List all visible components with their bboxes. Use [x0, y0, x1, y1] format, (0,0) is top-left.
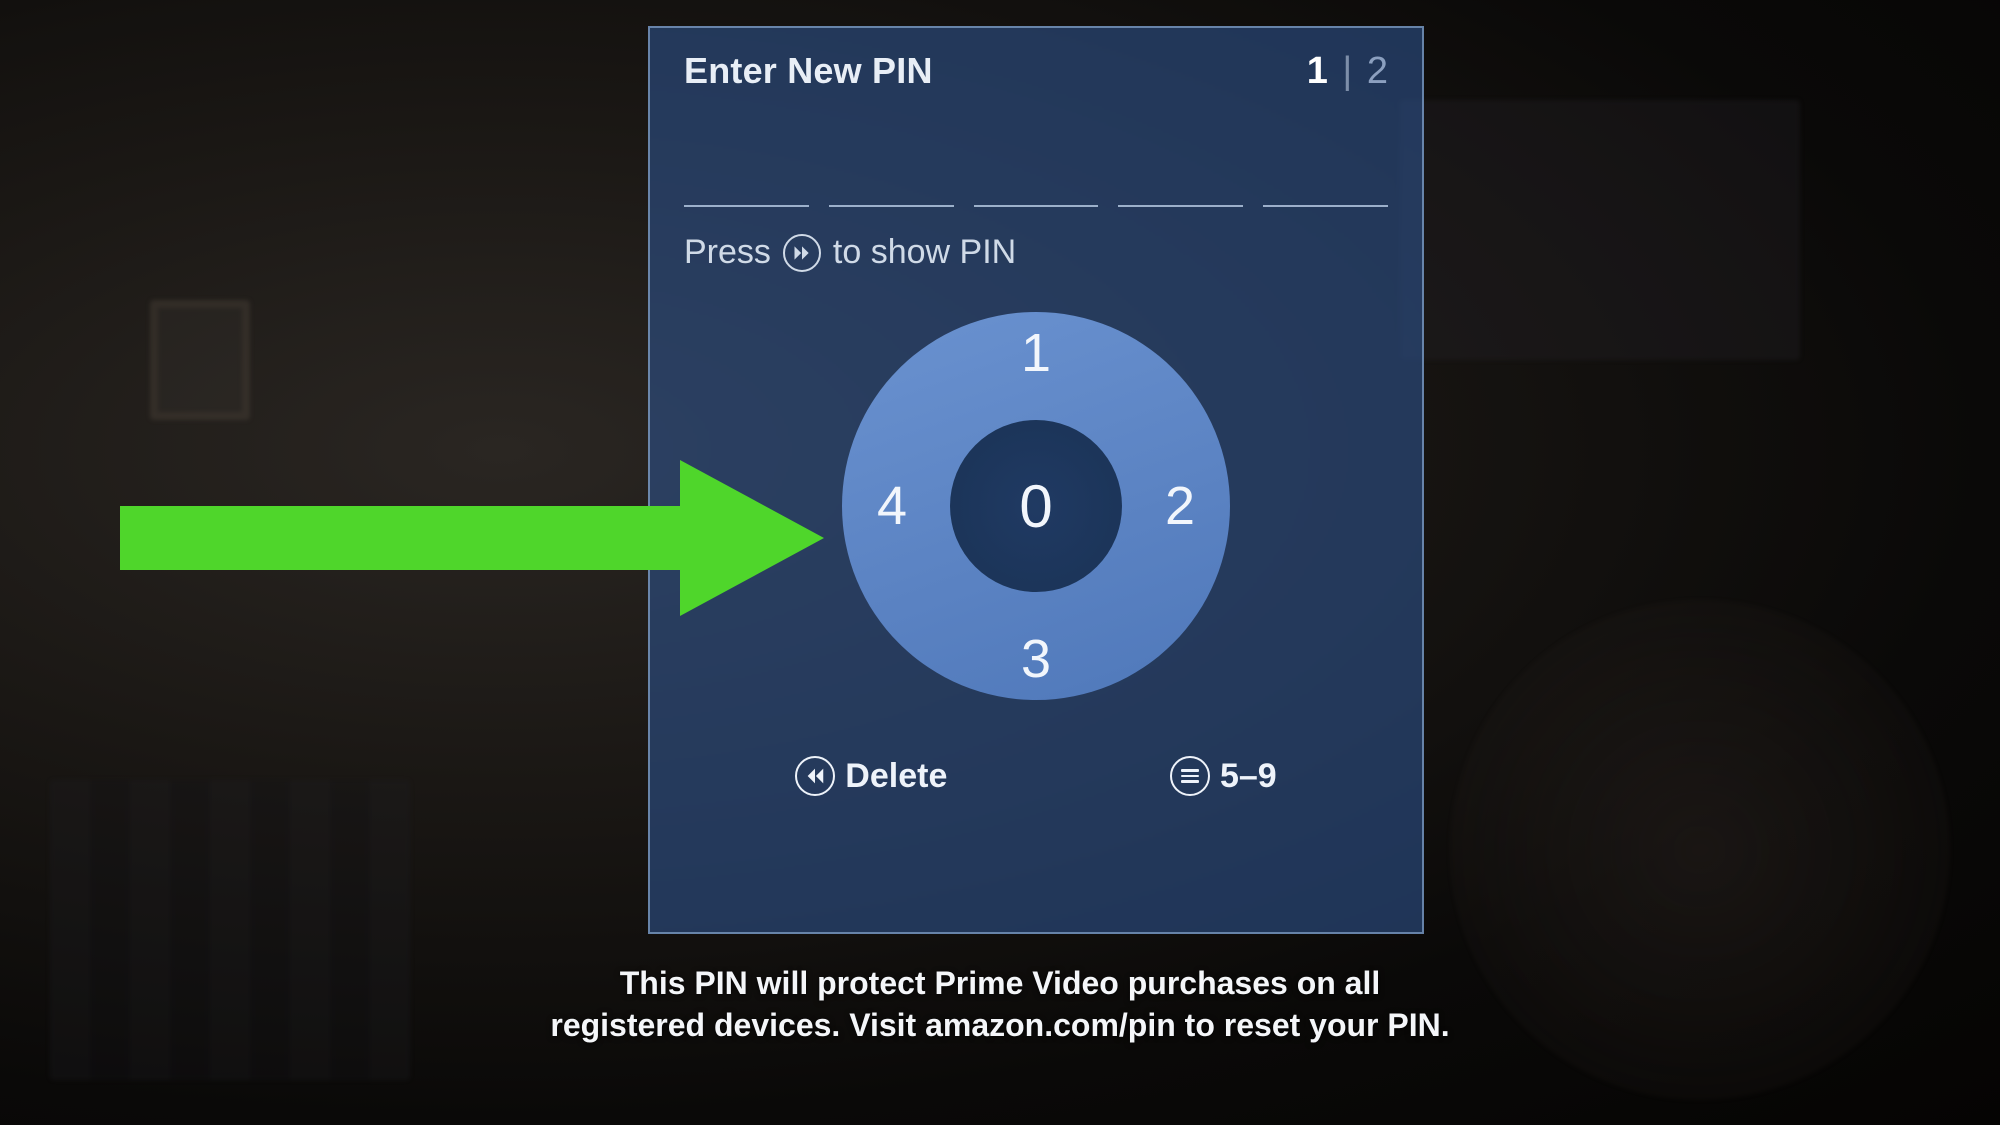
pin-slot-4[interactable]	[1118, 163, 1243, 207]
step-total: 2	[1367, 50, 1388, 92]
hint-suffix: to show PIN	[833, 233, 1016, 272]
dpad-right-button[interactable]: 2	[1150, 471, 1210, 541]
dialog-header: Enter New PIN 1 | 2	[684, 50, 1388, 93]
alt-range-button[interactable]: 5–9	[1170, 756, 1277, 796]
number-dpad[interactable]: 1 2 3 4 0	[842, 312, 1230, 700]
delete-button[interactable]: Delete	[795, 756, 947, 796]
dpad-up-button[interactable]: 1	[1006, 318, 1066, 388]
delete-label: Delete	[845, 757, 947, 796]
footer-help-text: This PIN will protect Prime Video purcha…	[550, 962, 1450, 1046]
background-reflection	[1450, 600, 1950, 1100]
pin-slot-5[interactable]	[1263, 163, 1388, 207]
menu-icon	[1170, 756, 1210, 796]
fast-forward-icon	[783, 234, 821, 272]
pin-input-slots[interactable]	[684, 163, 1388, 207]
show-pin-hint: Press to show PIN	[684, 233, 1388, 272]
dpad-down-button[interactable]: 3	[1006, 624, 1066, 694]
background-shelf	[1400, 100, 1800, 360]
dpad-center-button[interactable]: 0	[950, 420, 1122, 592]
background-frame	[150, 300, 250, 420]
pin-slot-1[interactable]	[684, 163, 809, 207]
dpad-left-button[interactable]: 4	[862, 471, 922, 541]
dialog-title: Enter New PIN	[684, 50, 933, 92]
background-couch	[50, 780, 410, 1080]
step-indicator: 1 | 2	[1307, 50, 1388, 93]
pin-slot-2[interactable]	[829, 163, 954, 207]
pin-entry-dialog: Enter New PIN 1 | 2 Press to show PIN 1 …	[648, 26, 1424, 934]
dialog-actions: Delete 5–9	[684, 756, 1388, 796]
hint-prefix: Press	[684, 233, 771, 272]
alt-range-label: 5–9	[1220, 757, 1277, 796]
pin-slot-3[interactable]	[974, 163, 1099, 207]
rewind-icon	[795, 756, 835, 796]
step-separator: |	[1338, 50, 1356, 92]
step-current: 1	[1307, 50, 1328, 92]
